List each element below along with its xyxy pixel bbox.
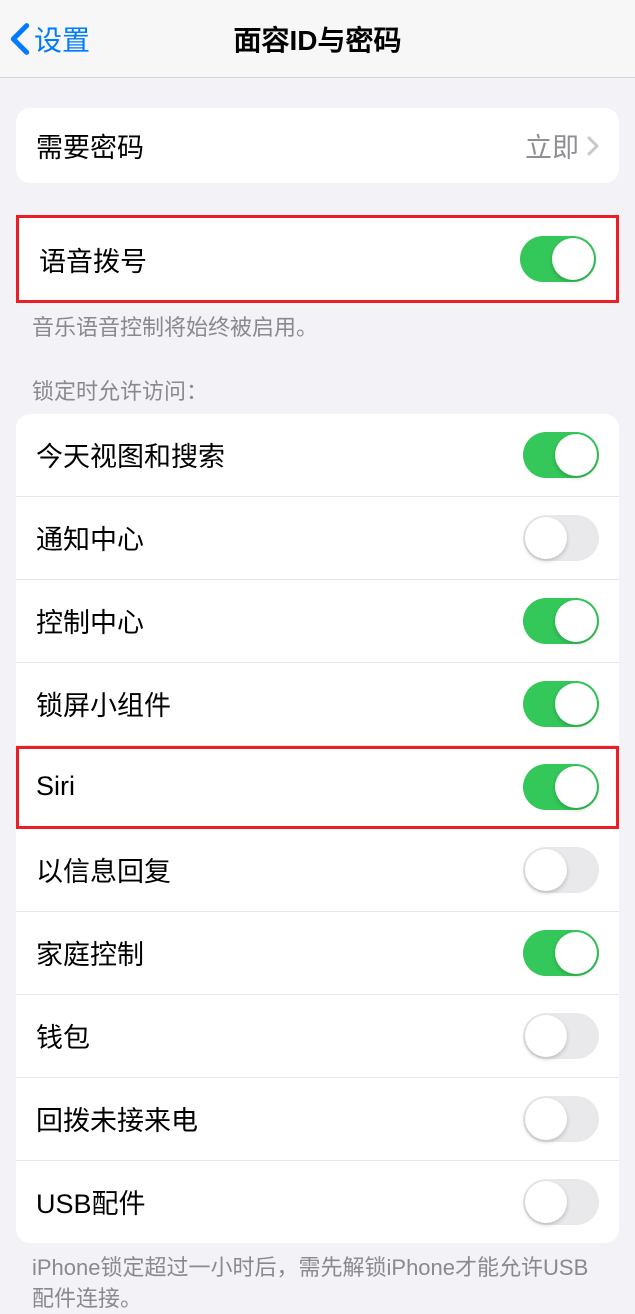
wallet-row: 钱包 [16, 995, 619, 1078]
toggle-knob [525, 1098, 567, 1140]
today-view-toggle[interactable] [523, 432, 599, 478]
toggle-knob [525, 1181, 567, 1223]
voice-dial-section: 语音拨号 [16, 215, 619, 303]
home-control-toggle[interactable] [523, 930, 599, 976]
return-missed-calls-toggle[interactable] [523, 1096, 599, 1142]
require-passcode-value-text: 立即 [525, 126, 579, 165]
require-passcode-section: 需要密码 立即 [16, 108, 619, 183]
lock-access-section: 今天视图和搜索 通知中心 控制中心 锁屏小组件 Siri 以信息回复 家庭控制 [16, 414, 619, 1243]
toggle-knob [525, 1015, 567, 1057]
notification-center-toggle[interactable] [523, 515, 599, 561]
chevron-left-icon [10, 21, 30, 57]
usb-accessories-row: USB配件 [16, 1161, 619, 1243]
toggle-knob [555, 932, 597, 974]
home-control-label: 家庭控制 [36, 933, 144, 972]
lock-access-footer: iPhone锁定超过一小时后，需先解锁iPhone才能允许USB配件连接。 [0, 1243, 635, 1314]
toggle-knob [525, 849, 567, 891]
control-center-row: 控制中心 [16, 580, 619, 663]
toggle-knob [552, 238, 594, 280]
control-center-label: 控制中心 [36, 601, 144, 640]
notification-center-label: 通知中心 [36, 518, 144, 557]
usb-accessories-toggle[interactable] [523, 1179, 599, 1225]
toggle-knob [555, 766, 597, 808]
wallet-label: 钱包 [36, 1016, 90, 1055]
lock-access-header: 锁定时允许访问： [0, 344, 635, 414]
lock-screen-widgets-toggle[interactable] [523, 681, 599, 727]
return-missed-calls-row: 回拨未接来电 [16, 1078, 619, 1161]
navigation-bar: 设置 面容ID与密码 [0, 0, 635, 78]
lock-screen-widgets-label: 锁屏小组件 [36, 684, 171, 723]
reply-with-message-toggle[interactable] [523, 847, 599, 893]
require-passcode-label: 需要密码 [36, 126, 144, 165]
toggle-knob [555, 683, 597, 725]
require-passcode-row[interactable]: 需要密码 立即 [16, 108, 619, 183]
reply-with-message-label: 以信息回复 [36, 850, 171, 889]
voice-dial-label: 语音拨号 [39, 240, 147, 279]
control-center-toggle[interactable] [523, 598, 599, 644]
siri-toggle[interactable] [523, 764, 599, 810]
voice-dial-footer: 音乐语音控制将始终被启用。 [0, 303, 635, 344]
wallet-toggle[interactable] [523, 1013, 599, 1059]
siri-row: Siri [16, 746, 619, 829]
voice-dial-toggle[interactable] [520, 236, 596, 282]
home-control-row: 家庭控制 [16, 912, 619, 995]
voice-dial-row: 语音拨号 [19, 218, 616, 300]
return-missed-calls-label: 回拨未接来电 [36, 1099, 198, 1138]
back-button[interactable]: 设置 [10, 19, 90, 59]
toggle-knob [525, 517, 567, 559]
today-view-label: 今天视图和搜索 [36, 435, 225, 474]
toggle-knob [555, 434, 597, 476]
toggle-knob [555, 600, 597, 642]
today-view-row: 今天视图和搜索 [16, 414, 619, 497]
siri-label: Siri [36, 771, 75, 802]
usb-accessories-label: USB配件 [36, 1182, 146, 1221]
back-label: 设置 [34, 19, 90, 59]
lock-screen-widgets-row: 锁屏小组件 [16, 663, 619, 746]
reply-with-message-row: 以信息回复 [16, 829, 619, 912]
page-title: 面容ID与密码 [233, 19, 401, 59]
chevron-right-icon [587, 136, 599, 156]
require-passcode-value: 立即 [525, 126, 599, 165]
notification-center-row: 通知中心 [16, 497, 619, 580]
